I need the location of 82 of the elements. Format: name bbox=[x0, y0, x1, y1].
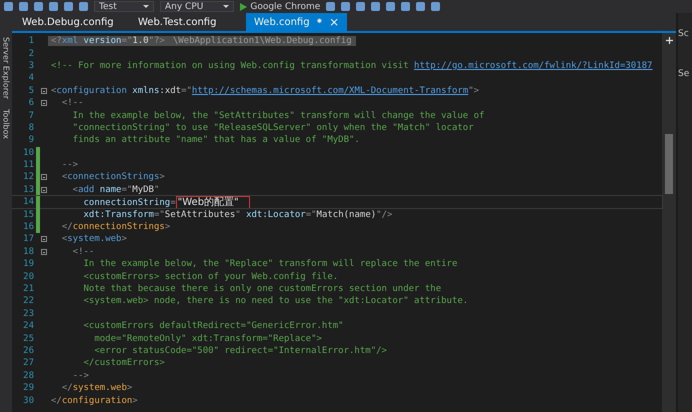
code-line: </configuration> bbox=[50, 396, 138, 406]
line-number: 30 bbox=[22, 396, 35, 406]
line-number: 19 bbox=[22, 259, 35, 270]
code-line: <?xml version="1.0"?> bbox=[50, 36, 165, 46]
line-number: 28 bbox=[22, 370, 35, 381]
document-tab[interactable]: Web.Test.config bbox=[130, 13, 246, 31]
line-number: 16 bbox=[22, 222, 35, 232]
line-number: 29 bbox=[22, 383, 35, 394]
line-number: 14 bbox=[22, 197, 35, 208]
code-line: connectionString= "Web的配置" bbox=[48, 195, 250, 210]
url-link[interactable]: http://schemas.microsoft.com/XML-Document-Transform bbox=[192, 86, 468, 96]
collapse-icon[interactable] bbox=[41, 100, 47, 106]
line-number: 11 bbox=[22, 160, 35, 170]
code-line: </system.web> bbox=[60, 383, 132, 394]
configuration-dropdown[interactable]: Test bbox=[94, 1, 154, 12]
code-line: mode="RemoteOnly" xdt:Transform="Replace"> bbox=[93, 334, 322, 344]
code-line: finds an attribute "name" that has a value of "MyDB". bbox=[72, 135, 360, 146]
line-number: 24 bbox=[22, 321, 35, 332]
line-number: 26 bbox=[22, 346, 35, 356]
line-number: 5 bbox=[28, 86, 35, 96]
scroll-thumb[interactable] bbox=[665, 134, 673, 194]
code-line: <!-- For more information on using Web.config transformation visit http://go.microsoft.com/fwlink/?LinkId=30187 bbox=[50, 60, 652, 71]
code-line: <add name="MyDB" bbox=[72, 184, 160, 195]
line-number: 15 bbox=[22, 210, 35, 220]
code-line: --> bbox=[72, 370, 89, 381]
line-number: 27 bbox=[22, 358, 35, 368]
url-link[interactable]: http://go.microsoft.com/fwlink/?LinkId=30187 bbox=[414, 60, 652, 71]
code-line: <error statusCode="500" redirect="InternalError.htm"/> bbox=[93, 346, 387, 356]
code-line: xdt:Transform="SetAttributes" xdt:Locator="Match(name)"/> bbox=[82, 210, 392, 220]
line-number: 20 bbox=[22, 272, 35, 282]
close-icon[interactable]: × bbox=[329, 15, 340, 29]
code-line: <system.web> node, there is no need to use the "xdt:Locator" attribute. bbox=[82, 296, 468, 306]
line-number: 2 bbox=[28, 48, 35, 59]
code-line: Note that because there is only one customErrors section under the bbox=[82, 284, 442, 294]
panel-title: Se bbox=[678, 69, 690, 79]
line-number: 10 bbox=[22, 148, 35, 158]
code-line: <customErrors> section of your Web.config file. bbox=[82, 272, 338, 282]
line-number: 22 bbox=[22, 296, 35, 306]
document-tab[interactable]: Web.Debug.config bbox=[14, 13, 130, 31]
line-number: 6 bbox=[28, 98, 35, 108]
configuration-dropdown[interactable]: Any CPU bbox=[160, 1, 234, 12]
code-line: </customErrors> bbox=[82, 358, 165, 368]
caret-icon bbox=[223, 5, 230, 8]
side-panel-tab[interactable]: Toolbox bbox=[2, 109, 10, 140]
line-number: 1 bbox=[28, 36, 35, 46]
collapse-icon[interactable] bbox=[41, 248, 47, 255]
code-line: <!-- bbox=[72, 246, 94, 257]
line-number: 7 bbox=[28, 110, 35, 121]
code-line: <configuration xmlns:xdt="http://schemas.microsoft.com/XML-Document-Transform"> bbox=[50, 86, 480, 96]
line-number: 23 bbox=[22, 308, 35, 319]
collapse-icon[interactable] bbox=[41, 186, 47, 193]
code-line: <system.web> bbox=[60, 234, 127, 244]
code-line: In the example below, the "Replace" transform will replace the entire bbox=[82, 259, 458, 270]
split-icon[interactable] bbox=[666, 37, 672, 44]
caret-icon bbox=[143, 5, 149, 8]
document-tab[interactable]: Web.config ⁕ × bbox=[246, 13, 348, 31]
side-panel-tab[interactable]: Server Explorer bbox=[2, 37, 10, 100]
code-line: <!-- bbox=[60, 98, 84, 108]
panel-title: Sc bbox=[678, 29, 690, 39]
line-number: 3 bbox=[28, 60, 35, 71]
code-line: <customErrors defaultRedirect="GenericError.htm" bbox=[82, 321, 344, 332]
line-number: 8 bbox=[28, 122, 35, 133]
line-number: 18 bbox=[22, 246, 35, 257]
line-number: 25 bbox=[22, 334, 35, 344]
code-line: --> bbox=[60, 160, 78, 170]
code-line: </connectionStrings> bbox=[60, 222, 170, 232]
pin-icon[interactable]: ⁕ bbox=[316, 17, 324, 27]
code-line: <connectionStrings> bbox=[60, 172, 165, 182]
line-number: 12 bbox=[22, 172, 35, 182]
tooltip-text: \WebApplication1\Web.Debug.config bbox=[172, 36, 352, 46]
highlight-box: "Web的配置" bbox=[176, 196, 250, 210]
line-number: 4 bbox=[28, 73, 35, 84]
code-line: "connectionString" to use "ReleaseSQLServer" only when the "Match" locator bbox=[72, 122, 474, 133]
collapse-icon[interactable] bbox=[41, 174, 47, 180]
scrollbar[interactable] bbox=[662, 33, 676, 412]
collapse-icon[interactable] bbox=[41, 88, 47, 94]
line-number: 21 bbox=[22, 284, 35, 294]
line-number: 13 bbox=[22, 184, 35, 195]
collapse-icon[interactable] bbox=[41, 236, 47, 242]
line-number: 17 bbox=[22, 234, 35, 244]
line-number: 9 bbox=[28, 135, 35, 146]
code-line: In the example below, the "SetAttributes" transform will change the value of bbox=[72, 110, 484, 121]
